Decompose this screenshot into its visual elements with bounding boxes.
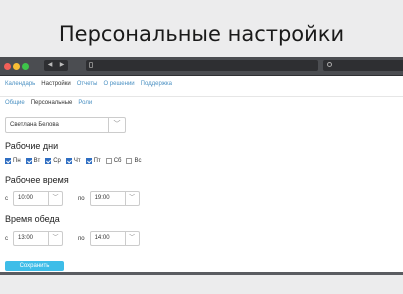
workdays-checkboxes: Пн Вт Ср Чт Пт Сб Вс	[5, 158, 143, 164]
checkbox[interactable]	[65, 158, 72, 164]
menu-item-settings[interactable]: Настройки	[41, 81, 70, 91]
to-label: по	[78, 195, 85, 202]
time-value: 13:00	[18, 235, 34, 241]
day-fri[interactable]: Пт	[85, 158, 101, 164]
search-bar[interactable]	[323, 60, 403, 71]
day-label: Пт	[93, 158, 101, 164]
to-label: по	[78, 235, 85, 242]
forward-icon[interactable]: ▶	[56, 60, 68, 71]
time-value: 19:00	[94, 195, 110, 201]
day-wed[interactable]: Ср	[45, 158, 61, 164]
lunch-to-select[interactable]: 14:00 ﹀	[89, 231, 140, 246]
browser-titlebar: ◀ ▶	[0, 57, 403, 76]
history-nav: ◀ ▶	[44, 60, 68, 71]
tab-general[interactable]: Общие	[5, 100, 25, 106]
tab-personal[interactable]: Персональные	[31, 100, 73, 106]
day-label: Вт	[33, 158, 41, 164]
workdays-heading: Рабочие дни	[5, 141, 59, 151]
tab-roles[interactable]: Роли	[78, 100, 92, 106]
worktime-heading: Рабочее время	[5, 175, 69, 185]
checkbox[interactable]	[45, 158, 52, 164]
window-bottom-edge	[0, 272, 403, 275]
address-bar[interactable]	[86, 60, 318, 71]
chevron-down-icon[interactable]: ﹀	[124, 192, 139, 205]
checkbox[interactable]	[126, 158, 133, 164]
checkbox[interactable]	[5, 158, 11, 164]
lock-icon	[89, 62, 93, 68]
maximize-window-icon[interactable]	[22, 63, 29, 70]
day-mon[interactable]: Пн	[5, 158, 21, 164]
lunch-from-select[interactable]: 13:00 ﹀	[13, 231, 63, 246]
main-menu: Календарь Настройки Отчеты О решении Под…	[5, 81, 172, 91]
user-select-value: Светлана Белова	[10, 122, 59, 128]
day-label: Ср	[53, 158, 61, 164]
day-thu[interactable]: Чт	[65, 158, 81, 164]
checkbox[interactable]	[25, 158, 32, 164]
worktime-from-select[interactable]: 10:00 ﹀	[13, 191, 63, 206]
slide-title: Персональные настройки	[58, 22, 345, 46]
day-label: Пн	[13, 158, 21, 164]
time-value: 14:00	[94, 235, 110, 241]
worktime-row: с 10:00 ﹀ по 19:00 ﹀	[5, 191, 140, 206]
save-button[interactable]: Сохранить	[5, 261, 64, 271]
worktime-to-select[interactable]: 19:00 ﹀	[89, 191, 140, 206]
lunch-row: с 13:00 ﹀ по 14:00 ﹀	[5, 231, 140, 246]
menu-divider	[0, 96, 403, 97]
day-label: Чт	[73, 158, 81, 164]
day-sat[interactable]: Сб	[105, 158, 122, 164]
checkbox[interactable]	[85, 158, 92, 164]
menu-item-reports[interactable]: Отчеты	[77, 81, 98, 91]
menu-item-calendar[interactable]: Календарь	[5, 81, 35, 91]
minimize-window-icon[interactable]	[13, 63, 20, 70]
search-icon	[327, 62, 332, 67]
back-icon[interactable]: ◀	[44, 60, 56, 71]
day-label: Сб	[113, 158, 122, 164]
checkbox[interactable]	[105, 158, 112, 164]
chevron-down-icon[interactable]: ﹀	[124, 232, 139, 245]
user-select[interactable]: Светлана Белова ﹀	[5, 117, 126, 133]
close-window-icon[interactable]	[4, 63, 11, 70]
day-sun[interactable]: Вс	[126, 158, 141, 164]
menu-item-about[interactable]: О решении	[103, 81, 134, 91]
chevron-down-icon[interactable]: ﹀	[48, 192, 62, 205]
from-label: с	[5, 195, 8, 202]
from-label: с	[5, 235, 8, 242]
time-value: 10:00	[18, 195, 34, 201]
day-tue[interactable]: Вт	[25, 158, 41, 164]
browser-window: ◀ ▶ Календарь Настройки Отчеты О решении…	[0, 57, 403, 272]
chevron-down-icon[interactable]: ﹀	[108, 118, 125, 132]
day-label: Вс	[134, 158, 142, 164]
chevron-down-icon[interactable]: ﹀	[48, 232, 62, 245]
menu-item-support[interactable]: Поддержка	[141, 81, 172, 91]
lunch-heading: Время обеда	[5, 214, 60, 224]
settings-tabs: Общие Персональные Роли	[5, 100, 92, 106]
